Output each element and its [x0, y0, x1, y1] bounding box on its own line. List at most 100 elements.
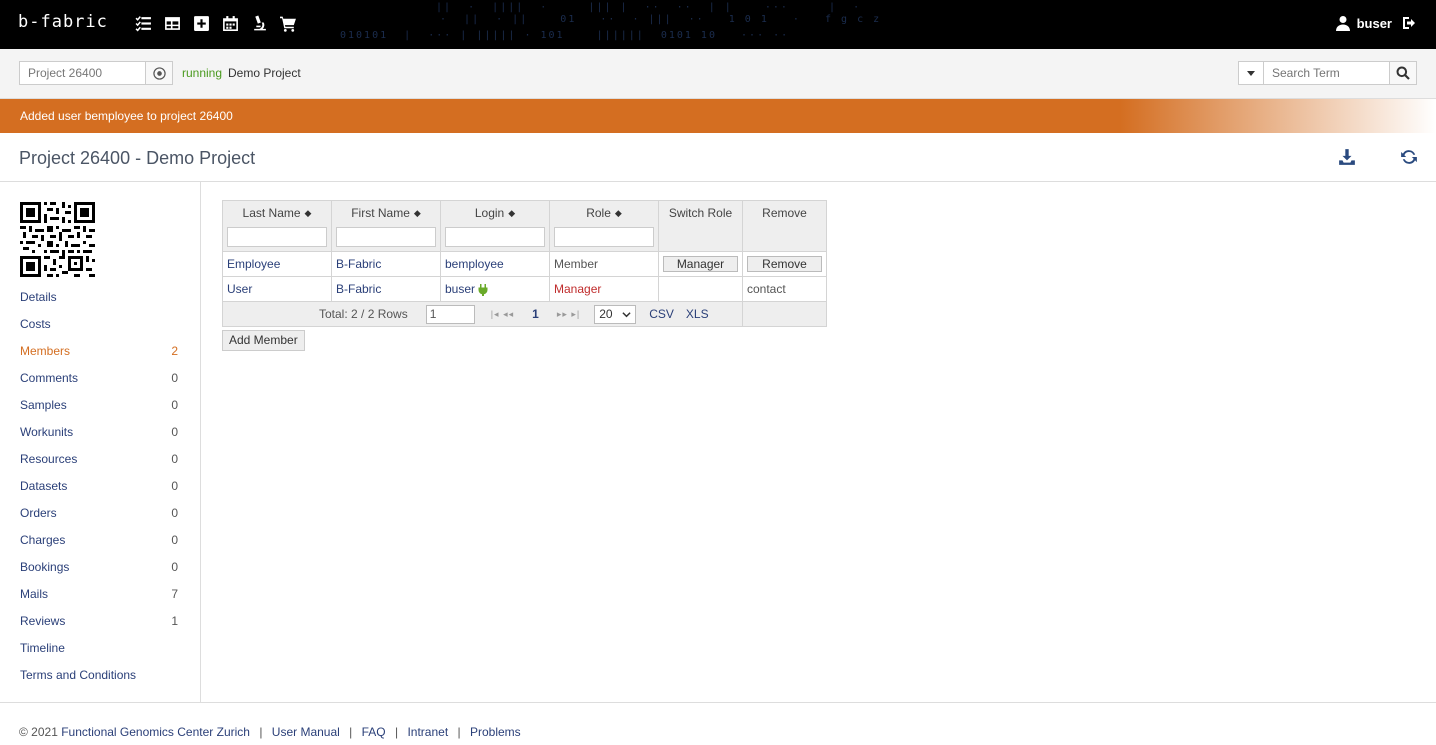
project-select-button[interactable]	[145, 61, 173, 85]
filter-role[interactable]	[554, 227, 654, 247]
first-prev-page-icons[interactable]: |◂ ◂◂	[491, 309, 514, 320]
project-input[interactable]	[19, 61, 146, 85]
column-first-name[interactable]: First Name ◆	[331, 200, 441, 252]
switch-role-button[interactable]: Manager	[663, 256, 738, 272]
column-last-name[interactable]: Last Name ◆	[222, 200, 332, 252]
current-page[interactable]: 1	[532, 307, 539, 321]
user-icon	[1335, 16, 1350, 31]
sidebar-item-reviews[interactable]: Reviews 1	[0, 611, 200, 638]
user-menu[interactable]: buser	[1335, 15, 1418, 31]
project-status: running	[182, 66, 223, 80]
sidebar-item-samples[interactable]: Samples 0	[0, 395, 200, 422]
remove-button[interactable]: Remove	[747, 256, 822, 272]
plug-icon	[478, 283, 488, 296]
logout-icon[interactable]	[1402, 15, 1418, 31]
footer-link-faq[interactable]: FAQ	[362, 725, 386, 739]
sidebar-nav: Details Costs Members 2 Comments 0 Samples…	[0, 287, 200, 692]
pagination-spacer	[742, 301, 827, 327]
download-icon[interactable]	[1338, 148, 1356, 166]
page-title: Project 26400 - Demo Project	[19, 148, 256, 168]
column-login[interactable]: Login ◆	[440, 200, 550, 252]
checklist-icon[interactable]	[135, 15, 152, 32]
table-row: User B-Fabric buser Manager contact	[222, 276, 827, 302]
add-member-button[interactable]: Add Member	[222, 330, 305, 351]
microscope-icon[interactable]	[251, 15, 268, 32]
page-header: Project 26400 - Demo Project	[0, 133, 1436, 182]
page-size-select[interactable]: 20	[594, 304, 637, 324]
table-icon[interactable]	[164, 15, 181, 32]
cell-first-name[interactable]: B-Fabric	[331, 276, 441, 302]
target-icon	[152, 66, 166, 80]
cell-remove: Remove	[742, 251, 827, 277]
pagination: Total: 2 / 2 Rows |◂ ◂◂ 1 ▸▸ ▸| 20 CSV X…	[222, 301, 743, 327]
filter-login[interactable]	[445, 227, 545, 247]
cell-last-name[interactable]: Employee	[222, 251, 332, 277]
column-remove: Remove	[742, 200, 827, 252]
footer-link-intranet[interactable]: Intranet	[407, 725, 448, 739]
search-scope-dropdown[interactable]	[1238, 61, 1264, 85]
qr-code-image	[20, 202, 95, 277]
next-last-page-icons[interactable]: ▸▸ ▸|	[557, 309, 580, 320]
cell-first-name[interactable]: B-Fabric	[331, 251, 441, 277]
total-rows: Total: 2 / 2 Rows	[319, 307, 408, 321]
sort-icon[interactable]: ◆	[414, 208, 421, 219]
top-icon-bar	[135, 15, 297, 32]
cell-contact: contact	[742, 276, 827, 302]
sidebar-item-timeline[interactable]: Timeline	[0, 638, 200, 665]
sidebar-item-resources[interactable]: Resources 0	[0, 449, 200, 476]
project-name: Demo Project	[228, 66, 301, 80]
caret-down-icon	[1247, 71, 1255, 76]
table-row: Employee B-Fabric bemployee Member Manag…	[222, 251, 827, 277]
sidebar-item-workunits[interactable]: Workunits 0	[0, 422, 200, 449]
bfabric-logo[interactable]: b-fabric	[18, 12, 108, 32]
calendar-icon[interactable]	[222, 15, 239, 32]
page-number-input[interactable]	[425, 304, 475, 324]
footer-separator: |	[457, 725, 461, 739]
sort-icon[interactable]: ◆	[508, 208, 515, 219]
search-button[interactable]	[1389, 61, 1417, 85]
cell-last-name[interactable]: User	[222, 276, 332, 302]
cell-switch-role	[658, 276, 743, 302]
members-table: Last Name ◆ First Name ◆ Login ◆ Role ◆ Swit…	[222, 200, 827, 327]
footer-separator: |	[394, 725, 399, 739]
page-footer: © 2021 Functional Genomics Center Zurich…	[0, 702, 1436, 745]
sidebar-item-members[interactable]: Members 2	[0, 341, 200, 368]
footer-link-problems[interactable]: Problems	[470, 725, 521, 739]
export-xls-link[interactable]: XLS	[686, 307, 709, 321]
sidebar-item-mails[interactable]: Mails 7	[0, 584, 200, 611]
cart-icon[interactable]	[280, 15, 297, 32]
sidebar-item-datasets[interactable]: Datasets 0	[0, 476, 200, 503]
filter-last-name[interactable]	[227, 227, 327, 247]
sidebar-item-orders[interactable]: Orders 0	[0, 503, 200, 530]
success-notice: Added user bemployee to project 26400	[0, 99, 1436, 133]
sort-icon[interactable]: ◆	[615, 208, 622, 219]
sidebar-item-costs[interactable]: Costs	[0, 314, 200, 341]
sidebar-item-terms[interactable]: Terms and Conditions	[0, 665, 200, 692]
search-input[interactable]	[1263, 61, 1390, 85]
cell-login[interactable]: bemployee	[440, 251, 550, 277]
filter-first-name[interactable]	[336, 227, 436, 247]
cell-login: buser	[440, 276, 550, 302]
sidebar: Details Costs Members 2 Comments 0 Samples…	[0, 182, 201, 702]
cell-role: Member	[549, 251, 659, 277]
column-switch-role: Switch Role	[658, 200, 743, 252]
sidebar-item-comments[interactable]: Comments 0	[0, 368, 200, 395]
sort-icon[interactable]: ◆	[305, 208, 312, 219]
footer-separator: |	[349, 725, 353, 739]
top-navbar: || · |||| · ||| | ·· ·· | | ··· | · · ||…	[0, 0, 1436, 49]
cell-switch-role: Manager	[658, 251, 743, 277]
footer-link-fgcz[interactable]: Functional Genomics Center Zurich	[61, 725, 250, 739]
sidebar-item-bookings[interactable]: Bookings 0	[0, 557, 200, 584]
project-bar: running Demo Project	[0, 49, 1436, 99]
plus-square-icon[interactable]	[193, 15, 210, 32]
cell-role: Manager	[549, 276, 659, 302]
footer-link-user-manual[interactable]: User Manual	[272, 725, 340, 739]
column-role[interactable]: Role ◆	[549, 200, 659, 252]
sidebar-item-details[interactable]: Details	[0, 287, 200, 314]
refresh-icon[interactable]	[1400, 148, 1418, 166]
export-csv-link[interactable]: CSV	[649, 307, 674, 321]
sidebar-item-charges[interactable]: Charges 0	[0, 530, 200, 557]
username[interactable]: buser	[1357, 16, 1392, 31]
chevron-down-icon	[622, 311, 631, 317]
copyright: © 2021	[19, 725, 58, 739]
